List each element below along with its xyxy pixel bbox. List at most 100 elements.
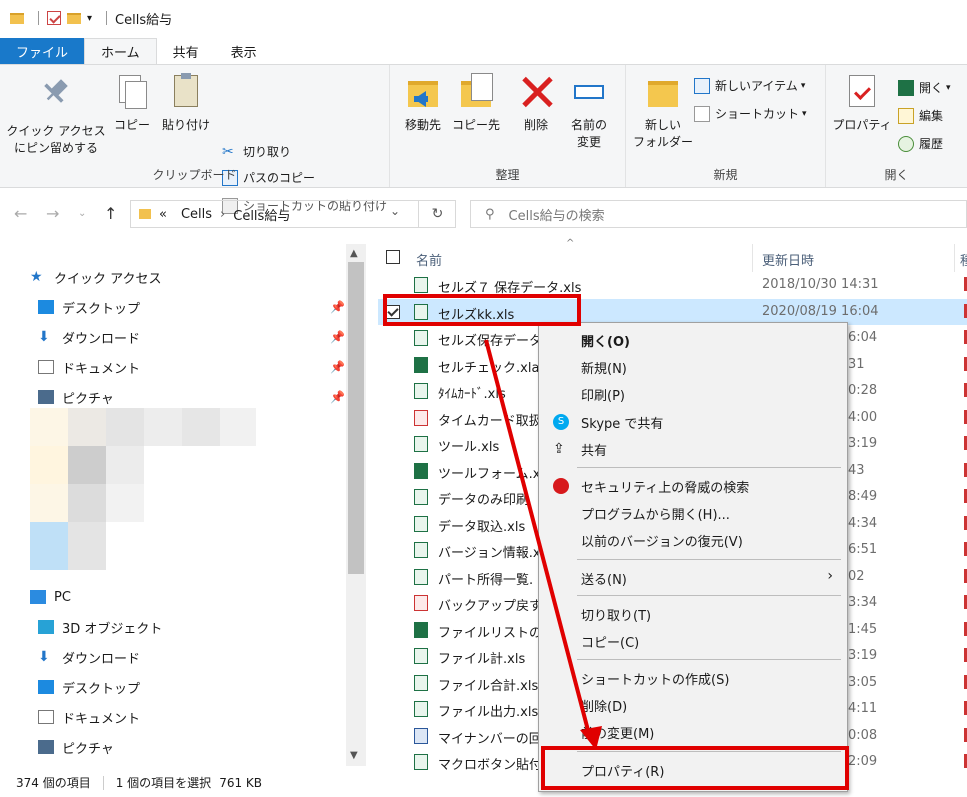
column-divider[interactable]: [752, 244, 753, 272]
pin-icon: [39, 79, 73, 117]
pin-icon[interactable]: 📌: [330, 390, 345, 404]
scroll-down-icon[interactable]: ▼: [350, 750, 358, 761]
edit-button[interactable]: 編集: [898, 107, 943, 124]
customize-quick-access-icon[interactable]: ▾: [87, 13, 92, 24]
address-bar[interactable]: « Cells › Cells給与: [130, 200, 456, 228]
file-date-partial: 3:19: [848, 648, 878, 663]
nav-pc-documents[interactable]: ドキュメント: [38, 706, 140, 728]
divider: [38, 11, 39, 25]
menu-print[interactable]: 印刷(P): [539, 381, 847, 407]
nav-label: 3D オブジェクト: [62, 621, 163, 637]
nav-pc[interactable]: PC: [30, 586, 71, 608]
menu-rename[interactable]: 前の変更(M): [539, 719, 847, 745]
divider: [102, 775, 104, 790]
skype-icon: S: [553, 414, 569, 430]
share-icon: ⇪: [553, 441, 565, 457]
new-folder-button[interactable]: 新しい フォルダー: [632, 73, 694, 151]
copy-label: コピー: [113, 118, 150, 132]
cut-button[interactable]: ✂ 切り取り: [222, 143, 291, 160]
blurred-pinned-folders: [30, 408, 256, 570]
menu-cut[interactable]: 切り取り(T): [539, 601, 847, 627]
search-input[interactable]: ⚲ Cells給与の検索: [470, 200, 967, 228]
file-icon: [414, 595, 428, 611]
forward-arrow-icon[interactable]: →: [46, 204, 59, 223]
nav-scrollbar-thumb[interactable]: [348, 262, 364, 574]
back-arrow-icon[interactable]: ←: [14, 204, 27, 223]
nav-qa-pictures[interactable]: ピクチャ: [38, 386, 114, 408]
history-button[interactable]: 履歴: [898, 135, 943, 152]
menu-new[interactable]: 新規(N): [539, 354, 847, 380]
rename-button[interactable]: 名前の 変更: [564, 73, 614, 151]
delete-button[interactable]: 削除: [516, 73, 556, 134]
move-to-button[interactable]: 移動先: [398, 73, 448, 134]
column-date[interactable]: 更新日時: [762, 250, 814, 269]
file-name: ファイル合計.xls: [438, 679, 539, 694]
properties-button[interactable]: プロパティ: [832, 73, 892, 134]
nav-label: ピクチャ: [62, 741, 114, 757]
copy-to-button[interactable]: コピー先: [450, 73, 502, 134]
menu-security-scan[interactable]: セキュリティ上の脅威の検索: [539, 473, 847, 499]
tab-share[interactable]: 共有: [157, 38, 215, 64]
move-to-label: 移動先: [404, 118, 441, 132]
file-list-header: ^ 名前 更新日時 種: [378, 238, 967, 272]
column-divider[interactable]: [954, 244, 955, 272]
pin-icon[interactable]: 📌: [330, 330, 345, 344]
column-type[interactable]: 種: [960, 250, 967, 269]
file-name: バックアップ戻す.: [438, 599, 547, 614]
menu-share[interactable]: ⇪ 共有: [539, 436, 847, 462]
pin-icon[interactable]: 📌: [330, 360, 345, 374]
pin-label-2: にピン留めする: [13, 141, 98, 155]
paste-button[interactable]: 貼り付け: [158, 73, 214, 134]
tab-file[interactable]: ファイル: [0, 38, 85, 64]
menu-create-shortcut[interactable]: ショートカットの作成(S): [539, 665, 847, 691]
refresh-button[interactable]: ↻: [418, 200, 456, 228]
file-name: セルズ保存データ: [438, 334, 543, 349]
column-name[interactable]: 名前: [416, 250, 442, 269]
desktop-icon: [38, 680, 54, 694]
folder-icon[interactable]: [10, 12, 24, 24]
menu-skype-share[interactable]: S Skype で共有: [539, 409, 847, 435]
menu-send-to[interactable]: 送る(N) ›: [539, 565, 847, 591]
menu-restore-previous[interactable]: 以前のバージョンの復元(V): [539, 527, 847, 553]
scroll-up-icon[interactable]: ▲: [350, 248, 358, 259]
menu-open[interactable]: 開く(O): [539, 327, 847, 353]
title-bar: ▾ Cells給与: [0, 0, 967, 36]
up-arrow-icon[interactable]: ↑: [104, 204, 117, 223]
nav-qa-documents[interactable]: ドキュメント: [38, 356, 140, 378]
address-dropdown-icon[interactable]: ⌄: [390, 204, 400, 218]
nav-qa-desktop[interactable]: デスクトップ: [38, 296, 140, 318]
select-all-checkbox[interactable]: [386, 250, 400, 264]
new-folder-icon[interactable]: [67, 12, 81, 24]
address-overflow[interactable]: «: [159, 207, 167, 222]
nav-pc-pictures[interactable]: ピクチャ: [38, 736, 114, 758]
recent-locations-icon[interactable]: ⌄: [78, 208, 86, 219]
open-button[interactable]: 開く ▾: [898, 79, 951, 96]
pin-to-quick-access-button[interactable]: クイック アクセス にピン留めする: [6, 73, 106, 157]
menu-copy[interactable]: コピー(C): [539, 628, 847, 654]
breadcrumb-cells[interactable]: Cells: [181, 207, 212, 222]
file-name: バージョン情報.x: [438, 546, 541, 561]
pin-label-1: クイック アクセス: [6, 124, 106, 138]
tab-view[interactable]: 表示: [215, 38, 273, 64]
breadcrumb-cells-salary[interactable]: Cells給与: [233, 205, 290, 224]
nav-qa-downloads[interactable]: ⬇ ダウンロード: [38, 326, 140, 348]
nav-quick-access[interactable]: ★ クイック アクセス: [30, 266, 161, 288]
copy-button[interactable]: コピー: [110, 73, 154, 134]
menu-delete[interactable]: 削除(D): [539, 692, 847, 718]
properties-icon[interactable]: [47, 11, 61, 25]
file-date-partial: 4:11: [848, 701, 878, 716]
menu-label: 送る(N): [581, 572, 627, 588]
menu-open-with[interactable]: プログラムから開く(H)...: [539, 500, 847, 526]
download-arrow-icon: ⬇: [38, 649, 50, 665]
nav-pc-downloads[interactable]: ⬇ ダウンロード: [38, 646, 140, 668]
tab-home[interactable]: ホーム: [84, 38, 157, 64]
new-folder-icon: [646, 73, 680, 111]
highlight-properties: [541, 746, 849, 790]
nav-pc-3d[interactable]: 3D オブジェクト: [38, 616, 162, 638]
file-icon: [414, 569, 428, 585]
breadcrumb-separator[interactable]: ›: [220, 207, 225, 222]
new-item-button[interactable]: 新しいアイテム ▾: [694, 77, 805, 94]
shortcut-button[interactable]: ショートカット ▾: [694, 105, 807, 122]
pin-icon[interactable]: 📌: [330, 300, 345, 314]
nav-pc-desktop[interactable]: デスクトップ: [38, 676, 140, 698]
